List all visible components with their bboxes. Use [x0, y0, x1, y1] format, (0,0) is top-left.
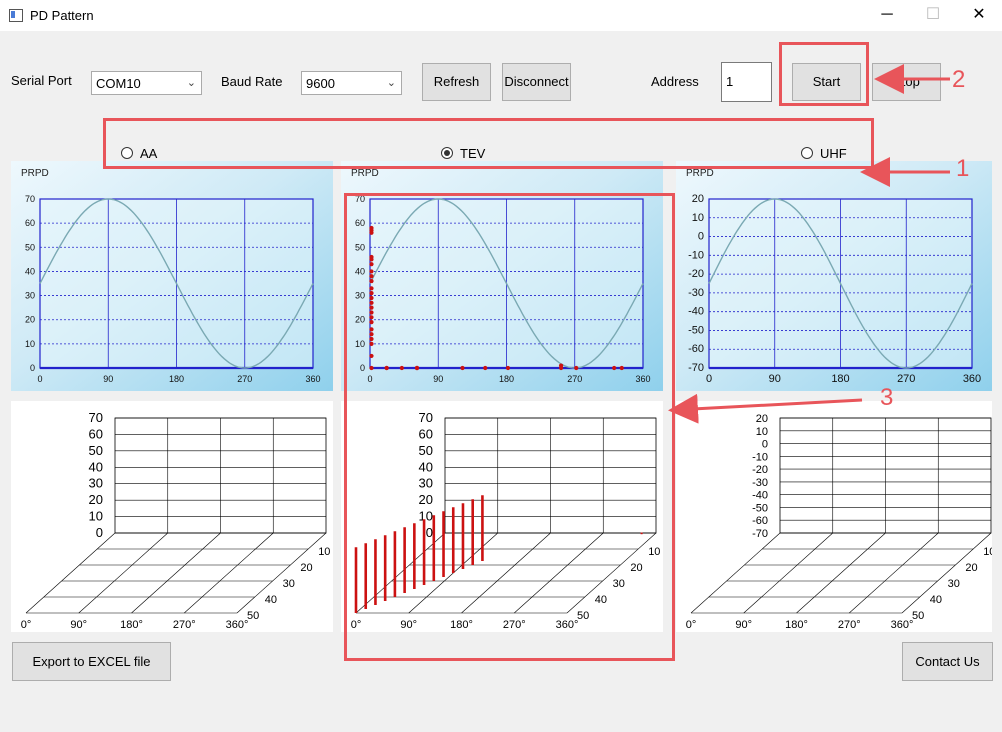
arrow-3: [668, 393, 863, 424]
annotation-label-2: 2: [952, 66, 966, 93]
annotation-arrows: [668, 64, 950, 424]
annotation-label-3: 3: [880, 384, 894, 411]
annotation-label-1: 1: [956, 155, 970, 182]
